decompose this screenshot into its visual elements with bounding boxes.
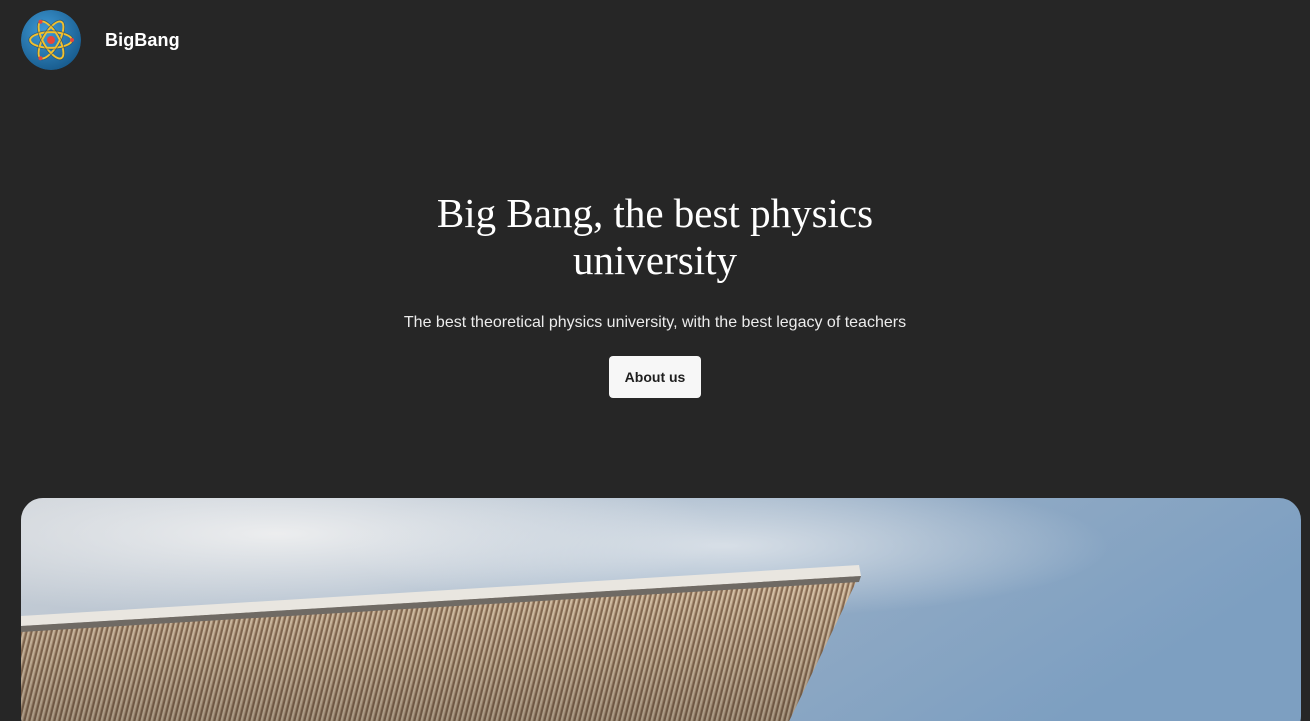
page: BigBang Big Bang, the best physics unive… xyxy=(0,0,1310,721)
site-name[interactable]: BigBang xyxy=(105,30,180,51)
atom-icon[interactable] xyxy=(21,10,81,70)
hero-section: Big Bang, the best physics university Th… xyxy=(0,190,1310,398)
about-us-button[interactable]: About us xyxy=(608,356,702,398)
hero-subtitle: The best theoretical physics university,… xyxy=(403,314,907,331)
building-roof-photo xyxy=(21,498,1301,721)
site-header: BigBang xyxy=(21,10,180,70)
hero-title: Big Bang, the best physics university xyxy=(436,190,874,283)
